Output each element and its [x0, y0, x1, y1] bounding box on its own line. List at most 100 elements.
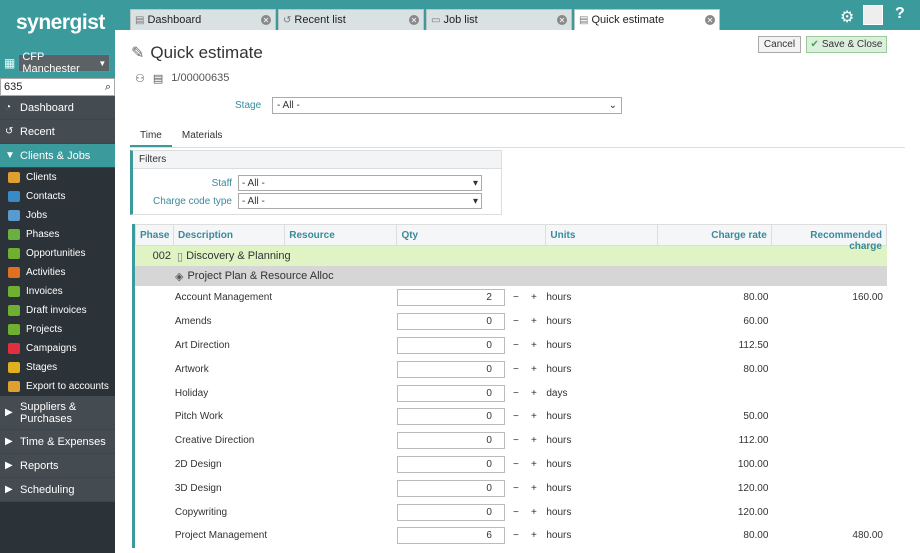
qty-input[interactable]: 0	[396, 455, 505, 473]
sidebar-item-phases[interactable]: Phases	[0, 225, 115, 244]
qty-input[interactable]: 2	[396, 289, 505, 307]
col-description[interactable]: Description	[174, 225, 286, 245]
nav-clients-jobs[interactable]: ▼ Clients & Jobs	[0, 144, 115, 168]
cancel-button[interactable]: Cancel	[758, 36, 801, 53]
sidebar-item-draft-invoices[interactable]: Draft invoices	[0, 301, 115, 320]
qty-input[interactable]: 0	[396, 503, 505, 521]
minus-button[interactable]: −	[513, 316, 523, 327]
sidebar-item-clients[interactable]: Clients	[0, 168, 115, 187]
minus-button[interactable]: −	[513, 364, 523, 375]
nav-label: Dashboard	[20, 101, 74, 114]
sidebar-item-campaigns[interactable]: Campaigns	[0, 339, 115, 358]
nav-recent[interactable]: ↺ Recent	[0, 120, 115, 144]
plus-button[interactable]: +	[531, 388, 541, 399]
table-row: Pitch Work 0− + hours 50.00	[135, 405, 887, 429]
nav-label: Draft invoices	[26, 305, 87, 316]
qty-input[interactable]: 0	[396, 479, 505, 497]
qty-input[interactable]: 6	[396, 527, 505, 545]
qty-input[interactable]: 0	[396, 360, 505, 378]
minus-button[interactable]: −	[513, 483, 523, 494]
minus-button[interactable]: −	[513, 388, 523, 399]
plus-button[interactable]: +	[531, 292, 541, 303]
tab-quick-estimate[interactable]: ▤ Quick estimate ✕	[574, 9, 720, 30]
tab-bar: ▤ Dashboard ✕ ↺ Recent list ✕ ▭ Job list ✕ ▤ Qu…	[130, 9, 720, 30]
minus-button[interactable]: −	[513, 411, 523, 422]
sidebar-item-jobs[interactable]: Jobs	[0, 206, 115, 225]
tab-recent-list[interactable]: ↺ Recent list ✕	[278, 9, 424, 30]
cell-qty: 0− +	[396, 455, 546, 473]
sidebar-item-activities[interactable]: Activities	[0, 263, 115, 282]
tab-dashboard[interactable]: ▤ Dashboard ✕	[130, 9, 276, 30]
close-icon[interactable]: ✕	[705, 15, 715, 25]
gear-icon[interactable]: ⚙	[840, 7, 854, 27]
col-qty[interactable]: Qty	[397, 225, 547, 245]
chevron-down-icon: ▾	[472, 195, 478, 207]
cell-description: Project Management	[174, 530, 268, 542]
sidebar-item-export[interactable]: Export to accounts	[0, 377, 115, 396]
close-icon[interactable]: ✕	[557, 15, 567, 25]
job-number-text: 1/00000635	[171, 72, 230, 84]
minus-button[interactable]: −	[513, 459, 523, 470]
company-select[interactable]: CFP Manchester ▼	[18, 51, 111, 75]
job-icon: ▤	[152, 73, 164, 85]
qty-input[interactable]: 0	[396, 384, 505, 402]
plus-button[interactable]: +	[531, 411, 541, 422]
charge-select[interactable]: - All - ▾	[238, 193, 482, 209]
sidebar-item-contacts[interactable]: Contacts	[0, 187, 115, 206]
tab-job-list[interactable]: ▭ Job list ✕	[426, 9, 572, 30]
minus-button[interactable]: −	[513, 340, 523, 351]
qty-input[interactable]: 0	[396, 408, 505, 426]
plus-button[interactable]: +	[531, 530, 541, 541]
user-avatar[interactable]	[863, 5, 883, 25]
export-icon	[8, 381, 20, 392]
staff-select[interactable]: - All - ▾	[238, 175, 482, 191]
minus-button[interactable]: −	[513, 507, 523, 518]
sidebar-item-projects[interactable]: Projects	[0, 320, 115, 339]
nav-dashboard[interactable]: ◔ Dashboard	[0, 96, 115, 120]
close-icon[interactable]: ✕	[261, 15, 271, 25]
plus-button[interactable]: +	[531, 507, 541, 518]
tab-materials[interactable]: Materials	[172, 125, 233, 147]
plus-button[interactable]: +	[531, 364, 541, 375]
col-recommended-charge[interactable]: Recommended charge	[772, 225, 886, 252]
col-charge-rate[interactable]: Charge rate	[658, 225, 772, 245]
plus-button[interactable]: +	[531, 435, 541, 446]
qty-input[interactable]: 0	[396, 336, 505, 354]
nav-time-expenses[interactable]: ▶ Time & Expenses	[0, 430, 115, 454]
tab-time[interactable]: Time	[130, 125, 172, 147]
help-icon[interactable]: ?	[895, 5, 905, 23]
col-resource[interactable]: Resource	[285, 225, 398, 245]
expand-right-icon: ▶	[5, 460, 13, 471]
nav-suppliers[interactable]: ▶ Suppliers & Purchases	[0, 396, 115, 430]
plus-button[interactable]: +	[531, 340, 541, 351]
cell-qty: 0− +	[396, 503, 546, 521]
plus-button[interactable]: +	[531, 459, 541, 470]
sidebar-item-invoices[interactable]: Invoices	[0, 282, 115, 301]
search-value: 635	[4, 81, 23, 93]
nav-scheduling[interactable]: ▶ Scheduling	[0, 478, 115, 502]
table-row: Copywriting 0− + hours 120.00	[135, 500, 887, 524]
cell-description: Amends	[174, 316, 212, 328]
job-tab-icon: ▭	[431, 14, 441, 26]
minus-button[interactable]: −	[513, 292, 523, 303]
stage-select[interactable]: - All - ⌄	[272, 97, 622, 114]
cell-charge-rate: 120.00	[737, 506, 769, 518]
table-row: Creative Direction 0− + hours 112.00	[135, 429, 887, 453]
sidebar-item-stages[interactable]: Stages	[0, 358, 115, 377]
search-icon[interactable]: ⌕	[105, 81, 111, 94]
qty-input[interactable]: 0	[396, 432, 505, 450]
col-phase[interactable]: Phase	[136, 225, 174, 245]
search-input[interactable]: 635 ⌕	[0, 78, 115, 96]
col-units[interactable]: Units	[546, 225, 658, 245]
save-close-button[interactable]: ✔ Save & Close	[806, 36, 887, 53]
minus-button[interactable]: −	[513, 435, 523, 446]
expand-right-icon: ▶	[5, 484, 13, 495]
plus-button[interactable]: +	[531, 316, 541, 327]
sidebar-item-opportunities[interactable]: Opportunities	[0, 244, 115, 263]
minus-button[interactable]: −	[513, 530, 523, 541]
qty-input[interactable]: 0	[396, 313, 505, 331]
close-icon[interactable]: ✕	[409, 15, 419, 25]
nav-reports[interactable]: ▶ Reports	[0, 454, 115, 478]
cell-qty: 0− +	[396, 408, 546, 426]
plus-button[interactable]: +	[531, 483, 541, 494]
